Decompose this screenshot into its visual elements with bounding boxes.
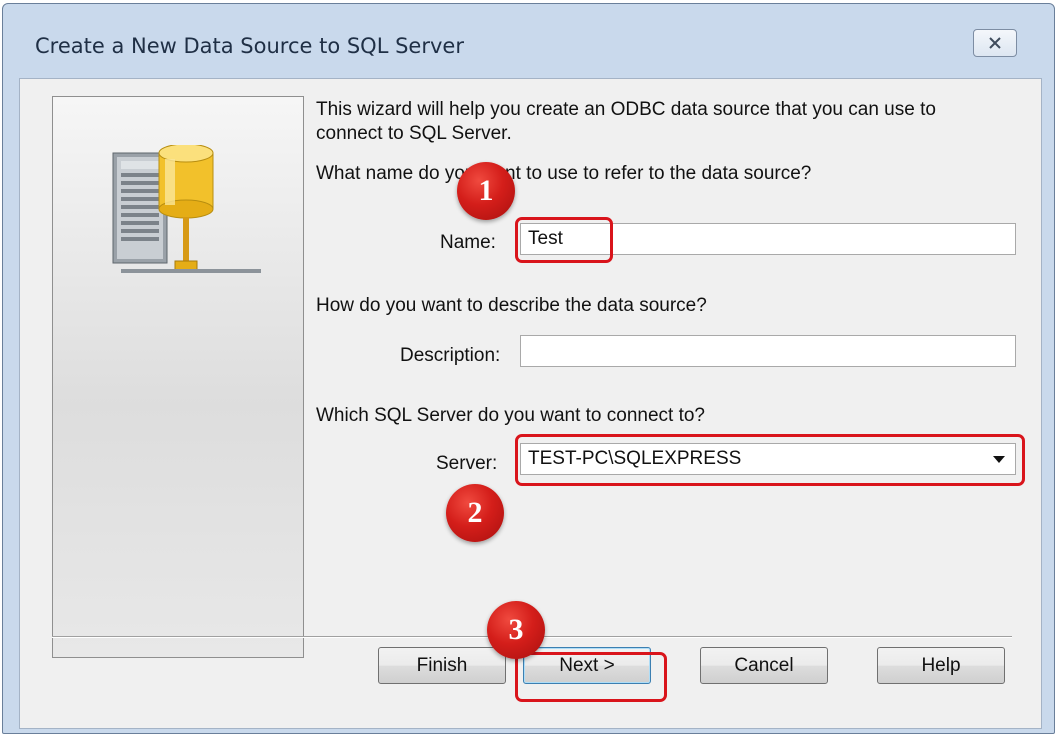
close-button[interactable]	[973, 29, 1017, 57]
close-icon	[989, 37, 1001, 49]
step-marker-3: 3	[487, 601, 545, 659]
cancel-button[interactable]: Cancel	[700, 647, 828, 684]
server-combo-value: TEST-PC\SQLEXPRESS	[528, 448, 742, 469]
server-label: Server:	[436, 453, 498, 474]
finish-button[interactable]: Finish	[378, 647, 506, 684]
step-marker-2: 2	[446, 484, 504, 542]
chevron-down-icon[interactable]	[993, 456, 1005, 463]
server-combo[interactable]: TEST-PC\SQLEXPRESS	[520, 443, 1016, 475]
name-label: Name:	[440, 232, 496, 253]
database-server-icon	[112, 145, 261, 273]
dialog-title: Create a New Data Source to SQL Server	[35, 34, 464, 58]
description-label: Description:	[400, 345, 501, 366]
intro-text-line-1: This wizard will help you create an ODBC…	[316, 99, 936, 120]
description-field[interactable]	[520, 335, 1016, 367]
name-question: What name do you want to use to refer to…	[316, 163, 812, 184]
help-button[interactable]: Help	[877, 647, 1005, 684]
server-question: Which SQL Server do you want to connect …	[316, 405, 705, 426]
step-marker-1: 1	[457, 162, 515, 220]
next-button[interactable]: Next >	[523, 647, 651, 684]
description-question: How do you want to describe the data sou…	[316, 295, 707, 316]
name-field[interactable]: Test	[520, 223, 1016, 255]
intro-text-line-2: connect to SQL Server.	[316, 123, 512, 144]
wizard-side-panel	[52, 96, 304, 658]
